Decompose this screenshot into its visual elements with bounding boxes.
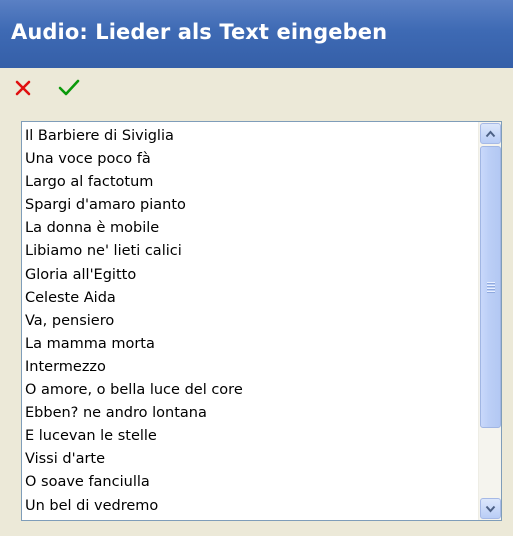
list-item[interactable]: Va, pensiero xyxy=(24,310,476,333)
checkmark-icon xyxy=(58,79,80,96)
list-item[interactable]: Ebben? ne andro lontana xyxy=(24,402,476,425)
cancel-button[interactable] xyxy=(10,76,36,100)
scroll-up-button[interactable] xyxy=(480,123,501,144)
list-item[interactable]: Intermezzo xyxy=(24,356,476,379)
list-item[interactable]: Il Barbiere di Siviglia xyxy=(24,125,476,148)
song-list: Il Barbiere di Siviglia Una voce poco fà… xyxy=(24,125,476,518)
list-item[interactable]: Un bel di vedremo xyxy=(24,495,476,518)
list-item[interactable]: Gloria all'Egitto xyxy=(24,264,476,287)
scrollbar-thumb[interactable] xyxy=(480,146,501,428)
list-item[interactable]: E lucevan le stelle xyxy=(24,425,476,448)
list-item[interactable]: O amore, o bella luce del core xyxy=(24,379,476,402)
scroll-down-button[interactable] xyxy=(480,498,501,519)
list-item[interactable]: Largo al factotum xyxy=(24,171,476,194)
close-x-icon xyxy=(15,80,31,96)
list-item[interactable]: Celeste Aida xyxy=(24,287,476,310)
list-item[interactable]: La mamma morta xyxy=(24,333,476,356)
list-item[interactable]: O soave fanciulla xyxy=(24,471,476,494)
window-title: Audio: Lieder als Text eingeben xyxy=(11,20,388,44)
grip-icon xyxy=(487,282,495,293)
list-item[interactable]: Vissi d'arte xyxy=(24,448,476,471)
song-list-box[interactable]: Il Barbiere di Siviglia Una voce poco fà… xyxy=(21,121,502,521)
toolbar xyxy=(0,68,513,108)
ok-button[interactable] xyxy=(56,76,82,100)
chevron-down-icon xyxy=(485,505,496,513)
list-item[interactable]: Una voce poco fà xyxy=(24,148,476,171)
list-item[interactable]: La donna è mobile xyxy=(24,217,476,240)
list-item[interactable]: Libiamo ne' lieti calici xyxy=(24,240,476,263)
list-item[interactable]: Spargi d'amaro pianto xyxy=(24,194,476,217)
title-bar: Audio: Lieder als Text eingeben xyxy=(0,0,513,68)
vertical-scrollbar[interactable] xyxy=(478,122,501,520)
chevron-up-icon xyxy=(485,129,496,137)
